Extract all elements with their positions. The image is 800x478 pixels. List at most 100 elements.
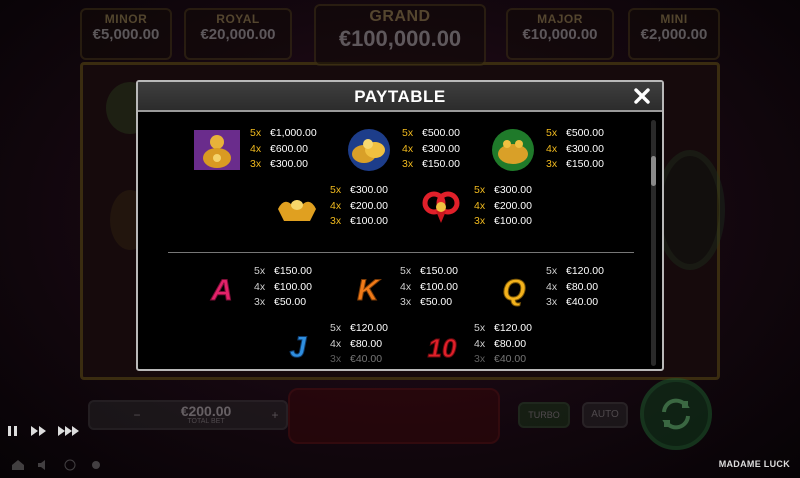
jackpot-royal-name: ROYAL: [216, 12, 260, 26]
payout-amount: €300.00: [422, 142, 460, 155]
paytable-header: PAYTABLE: [138, 82, 662, 112]
buddha-purple-icon: [194, 130, 240, 170]
payout-amount: €80.00: [494, 337, 527, 350]
payout-list: 5x €150.00 4x €100.00 3x €50.00: [254, 264, 312, 311]
paytable-item: K 5x €150.00 4x €100.00 3x €50.00: [342, 264, 502, 312]
paytable-item: A 5x €150.00 4x €100.00 3x €50.00: [196, 264, 356, 312]
payout-count: 5x: [330, 322, 342, 334]
turbo-forward-icon[interactable]: [58, 424, 82, 438]
decor-medallion: [655, 150, 725, 270]
paytable-item: 5x €500.00 4x €300.00 3x €150.00: [344, 126, 504, 174]
payout-amount: €120.00: [566, 265, 604, 277]
payout-list: 5x €500.00 4x €300.00 3x €150.00: [402, 126, 460, 173]
spin-arrows-icon: [662, 398, 690, 430]
auto-button[interactable]: AUTO: [582, 402, 628, 428]
paytable-item: 5x €1,000.00 4x €600.00 3x €300.00: [192, 126, 352, 174]
payout-count: 5x: [330, 184, 342, 196]
gold-coins-blue-icon: [348, 129, 390, 171]
symbol-glyph: J: [290, 331, 308, 364]
payout-count: 3x: [474, 215, 486, 227]
spin-button[interactable]: [640, 378, 712, 450]
payout-count: 3x: [330, 353, 342, 365]
jackpot-minor-name: MINOR: [104, 12, 148, 26]
payout-count: 3x: [400, 296, 412, 308]
payout-count: 4x: [254, 280, 266, 293]
home-icon[interactable]: [10, 459, 26, 471]
pause-icon[interactable]: [6, 424, 20, 438]
payout-list: 5x €120.00 4x €80.00 3x €40.00: [546, 264, 604, 311]
payout-amount: €150.00: [422, 158, 460, 170]
payout-amount: €100.00: [350, 215, 388, 227]
payout-count: 4x: [330, 337, 342, 350]
red-knot-icon: [422, 191, 460, 223]
jackpot-royal-value: €20,000.00: [200, 26, 276, 43]
letter-j-icon: J: [289, 331, 308, 365]
jackpot-mini-name: MINI: [660, 12, 688, 26]
payout-count: 3x: [402, 158, 414, 170]
payout-count: 4x: [546, 280, 558, 293]
bet-increase-button[interactable]: +: [264, 406, 286, 424]
fast-forward-icon[interactable]: [30, 424, 48, 438]
payout-count: 3x: [546, 296, 558, 308]
payout-amount: €80.00: [566, 280, 599, 293]
payout-amount: €150.00: [420, 265, 458, 277]
letter-q-icon: Q: [502, 274, 526, 308]
number-10-icon: 10: [427, 333, 457, 364]
payout-list: 5x €300.00 4x €200.00 3x €100.00: [474, 183, 532, 230]
symbol-glyph: K: [357, 274, 381, 307]
paytable-item: 10 5x €120.00 4x €80.00 3x €40.00: [416, 321, 576, 369]
payout-count: 4x: [546, 142, 558, 155]
payout-amount: €120.00: [494, 322, 532, 334]
payout-amount: €150.00: [274, 265, 312, 277]
paytable-item: Q 5x €120.00 4x €80.00 3x €40.00: [488, 264, 648, 312]
jackpot-mini-value: €2,000.00: [640, 26, 708, 43]
bet-controls-bar: − €200.00 TOTAL BET + TURBO AUTO: [88, 388, 712, 444]
payout-count: 5x: [546, 127, 558, 139]
symbol-glyph: 10: [428, 333, 457, 363]
paytable-scrollbar[interactable]: [651, 120, 656, 366]
jackpot-minor-value: €5,000.00: [92, 26, 160, 43]
jackpot-major: MAJOR €10,000.00: [506, 8, 614, 60]
bet-label: TOTAL BET: [187, 418, 225, 425]
gold-ingot-icon: [278, 200, 316, 221]
payout-count: 5x: [402, 127, 414, 139]
payout-amount: €300.00: [350, 184, 388, 196]
paytable-content[interactable]: 5x €1,000.00 4x €600.00 3x €300.00 5x €500.0…: [138, 114, 648, 369]
jackpot-grand-value: €100,000.00: [338, 26, 462, 51]
payout-amount: €100.00: [420, 280, 458, 293]
status-strip: [0, 452, 800, 478]
settings-icon[interactable]: [88, 459, 104, 471]
paytable-title: PAYTABLE: [354, 87, 446, 106]
bet-decrease-button[interactable]: −: [126, 406, 148, 424]
brand-name: MADAME LUCK: [718, 459, 790, 469]
payout-count: 3x: [250, 158, 262, 170]
scrollbar-thumb[interactable]: [651, 156, 656, 186]
payout-count: 5x: [250, 127, 262, 139]
payout-amount: €50.00: [274, 296, 307, 308]
payout-list: 5x €1,000.00 4x €600.00 3x €300.00: [250, 126, 317, 173]
payout-amount: €500.00: [422, 127, 460, 139]
paytable-item: 5x €500.00 4x €300.00 3x €150.00: [488, 126, 648, 174]
help-icon[interactable]: [62, 459, 78, 471]
jackpot-grand-name: GRAND: [369, 8, 431, 25]
payout-amount: €120.00: [350, 322, 388, 334]
payout-amount: €300.00: [494, 184, 532, 196]
symbol-glyph: Q: [502, 274, 525, 307]
payout-amount: €40.00: [566, 296, 599, 308]
bet-selector: − €200.00 TOTAL BET +: [88, 400, 288, 430]
symbol-glyph: A: [210, 274, 233, 307]
jackpot-major-value: €10,000.00: [522, 26, 598, 43]
payout-amount: €100.00: [274, 280, 312, 293]
letter-a-icon: A: [210, 274, 234, 308]
section-divider: [168, 252, 634, 253]
jackpot-royal: ROYAL €20,000.00: [184, 8, 292, 60]
payout-count: 5x: [400, 265, 412, 277]
paytable-item: 5x €300.00 4x €200.00 3x €100.00: [272, 183, 432, 231]
payout-amount: €40.00: [494, 353, 527, 365]
close-icon[interactable]: [632, 86, 652, 106]
sound-icon[interactable]: [36, 459, 52, 471]
paytable-item: 5x €300.00 4x €200.00 3x €100.00: [416, 183, 576, 231]
turbo-button[interactable]: TURBO: [518, 402, 570, 428]
payout-count: 3x: [546, 158, 558, 170]
payout-count: 4x: [400, 280, 412, 293]
